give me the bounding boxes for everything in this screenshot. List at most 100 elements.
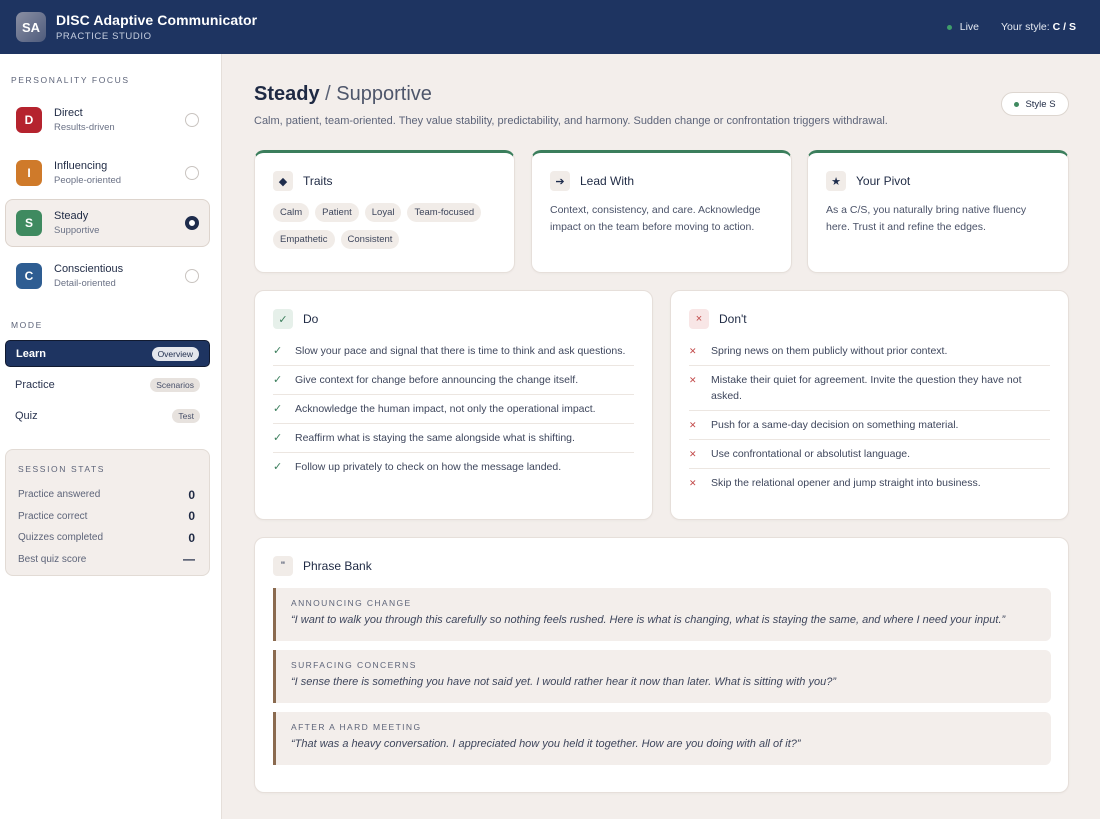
persona-radio[interactable] xyxy=(185,113,199,127)
persona-sub: Supportive xyxy=(54,225,100,236)
dont-item: ✕ Skip the relational opener and jump str… xyxy=(689,469,1050,497)
trait-tag: Patient xyxy=(315,203,359,222)
persona-radio-selected[interactable] xyxy=(185,216,199,230)
do-card: ✓ Do ✓ Slow your pace and signal that the… xyxy=(254,290,653,520)
do-item: ✓ Acknowledge the human impact, not only … xyxy=(273,395,634,424)
session-stats: SESSION STATS Practice answered 0 Practi… xyxy=(5,449,210,576)
arrow-right-icon: ➔ xyxy=(550,171,570,191)
dont-item-text: Push for a same-day decision on somethin… xyxy=(711,419,959,431)
phrase-item: ANNOUNCING CHANGE “I want to walk you th… xyxy=(273,588,1051,641)
persona-sub: Detail-oriented xyxy=(54,278,116,289)
your-pivot-head: ★ Your Pivot xyxy=(826,171,1050,191)
lead-with-text: Context, consistency, and care. Acknowle… xyxy=(550,204,761,233)
dont-item-text: Mistake their quiet for agreement. Invit… xyxy=(711,374,1022,402)
persona-direct[interactable]: D Direct Results-driven xyxy=(5,96,210,144)
persona-badge: C xyxy=(16,263,42,289)
persona-name: Steady xyxy=(54,210,89,222)
quote-icon: " xyxy=(273,556,293,576)
stat-row: Practice answered 0 xyxy=(18,484,197,506)
star-icon: ★ xyxy=(826,171,846,191)
trait-tag: Empathetic xyxy=(273,230,335,249)
personality-focus-label: PERSONALITY FOCUS xyxy=(11,75,130,85)
page-description: Calm, patient, team-oriented. They value… xyxy=(254,115,888,127)
phrase-bank-head: " Phrase Bank xyxy=(273,556,372,576)
check-icon: ✓ xyxy=(273,345,283,357)
stat-value: — xyxy=(183,552,195,567)
mode-pill: Overview xyxy=(151,346,199,361)
style-chip-label: Style S xyxy=(1025,98,1056,110)
phrase-quote: “That was a heavy conversation. I apprec… xyxy=(291,738,801,750)
mode-pill: Scenarios xyxy=(150,377,200,392)
live-indicator: Live xyxy=(946,21,980,33)
mode-pill: Test xyxy=(172,408,200,423)
persona-steady[interactable]: S Steady Supportive xyxy=(5,199,210,247)
do-item-text: Follow up privately to check on how the … xyxy=(295,461,562,473)
live-label: Live xyxy=(959,21,980,33)
app-header: SA DISC Adaptive Communicator PRACTICE S… xyxy=(0,0,1100,54)
trait-tag: Loyal xyxy=(364,203,402,222)
lead-with-title: Lead With xyxy=(580,174,635,188)
close-icon: ✕ xyxy=(689,346,697,356)
persona-radio[interactable] xyxy=(185,269,199,283)
persona-influencing[interactable]: I Influencing People-oriented xyxy=(5,149,210,197)
stat-row: Quizzes completed 0 xyxy=(18,527,197,549)
traits-tags: Calm Patient Loyal Team-focused Empathet… xyxy=(273,203,496,249)
persona-sub: People-oriented xyxy=(54,175,122,186)
phrase-item: AFTER A HARD MEETING “That was a heavy c… xyxy=(273,712,1051,765)
dont-item: ✕ Push for a same-day decision on somethi… xyxy=(689,411,1050,440)
stat-value: 0 xyxy=(188,487,195,502)
phrase-label: SURFACING CONCERNS xyxy=(291,660,417,670)
stat-label: Practice correct xyxy=(18,510,88,522)
phrase-quote: “I want to walk you through this careful… xyxy=(291,614,1006,626)
persona-name: Influencing xyxy=(54,160,108,172)
sidebar: PERSONALITY FOCUS D Direct Results-drive… xyxy=(0,54,222,819)
stat-label: Best quiz score xyxy=(18,553,87,565)
stat-label: Practice answered xyxy=(18,489,101,501)
persona-conscientious[interactable]: C Conscientious Detail-oriented xyxy=(5,252,210,300)
persona-badge: D xyxy=(16,107,42,133)
mode-learn[interactable]: Learn Overview xyxy=(5,340,210,367)
check-icon: ✓ xyxy=(273,403,283,415)
diamond-icon: ◆ xyxy=(273,171,293,191)
phrase-item: SURFACING CONCERNS “I sense there is som… xyxy=(273,650,1051,703)
app-subtitle: PRACTICE STUDIO xyxy=(56,31,152,42)
do-item-text: Give context for change before announcin… xyxy=(295,374,579,386)
do-head: ✓ Do xyxy=(273,309,634,329)
mode-label: Learn xyxy=(16,347,46,360)
do-item-text: Acknowledge the human impact, not only t… xyxy=(295,403,596,415)
title-bold: Steady xyxy=(254,83,320,105)
check-icon: ✓ xyxy=(273,374,283,386)
phrase-bank-title: Phrase Bank xyxy=(303,559,372,573)
your-pivot-title: Your Pivot xyxy=(856,174,911,188)
dont-item: ✕ Spring news on them publicly without pr… xyxy=(689,337,1050,366)
dont-item-text: Skip the relational opener and jump stra… xyxy=(711,477,981,489)
trait-tag: Consistent xyxy=(340,230,400,249)
persona-radio[interactable] xyxy=(185,166,199,180)
dont-title: Don't xyxy=(719,312,747,326)
your-style-value: C / S xyxy=(1052,21,1076,33)
check-icon: ✓ xyxy=(273,432,283,444)
lead-with-card: ➔ Lead With Context, consistency, and ca… xyxy=(531,150,792,273)
dont-item-text: Use confrontational or absolutist langua… xyxy=(711,448,911,460)
mode-quiz[interactable]: Quiz Test xyxy=(5,402,210,429)
persona-sub: Results-driven xyxy=(54,122,115,133)
dont-item: ✕ Use confrontational or absolutist langu… xyxy=(689,440,1050,469)
dont-item: ✕ Mistake their quiet for agreement. Invi… xyxy=(689,366,1050,411)
mode-label: Practice xyxy=(15,378,55,391)
do-item: ✓ Reaffirm what is staying the same along… xyxy=(273,424,634,453)
check-icon: ✓ xyxy=(273,309,293,329)
your-pivot-card: ★ Your Pivot As a C/S, you naturally bri… xyxy=(807,150,1069,273)
phrase-bank-card: " Phrase Bank ANNOUNCING CHANGE “I want … xyxy=(254,537,1069,793)
dont-card: × Don't ✕ Spring news on them publicly wi… xyxy=(670,290,1069,520)
main-content: Steady / Supportive Calm, patient, team-… xyxy=(222,54,1100,819)
close-icon: ✕ xyxy=(689,478,697,488)
style-chip: Style S xyxy=(1001,92,1069,116)
stat-value: 0 xyxy=(188,530,195,545)
mode-practice[interactable]: Practice Scenarios xyxy=(5,371,210,398)
session-stats-label: SESSION STATS xyxy=(18,464,106,474)
your-style-label: Your style: xyxy=(1001,21,1050,33)
stat-value: 0 xyxy=(188,509,195,524)
title-sub: Supportive xyxy=(336,83,432,105)
persona-name: Direct xyxy=(54,107,83,119)
mode-label: Quiz xyxy=(15,409,38,422)
